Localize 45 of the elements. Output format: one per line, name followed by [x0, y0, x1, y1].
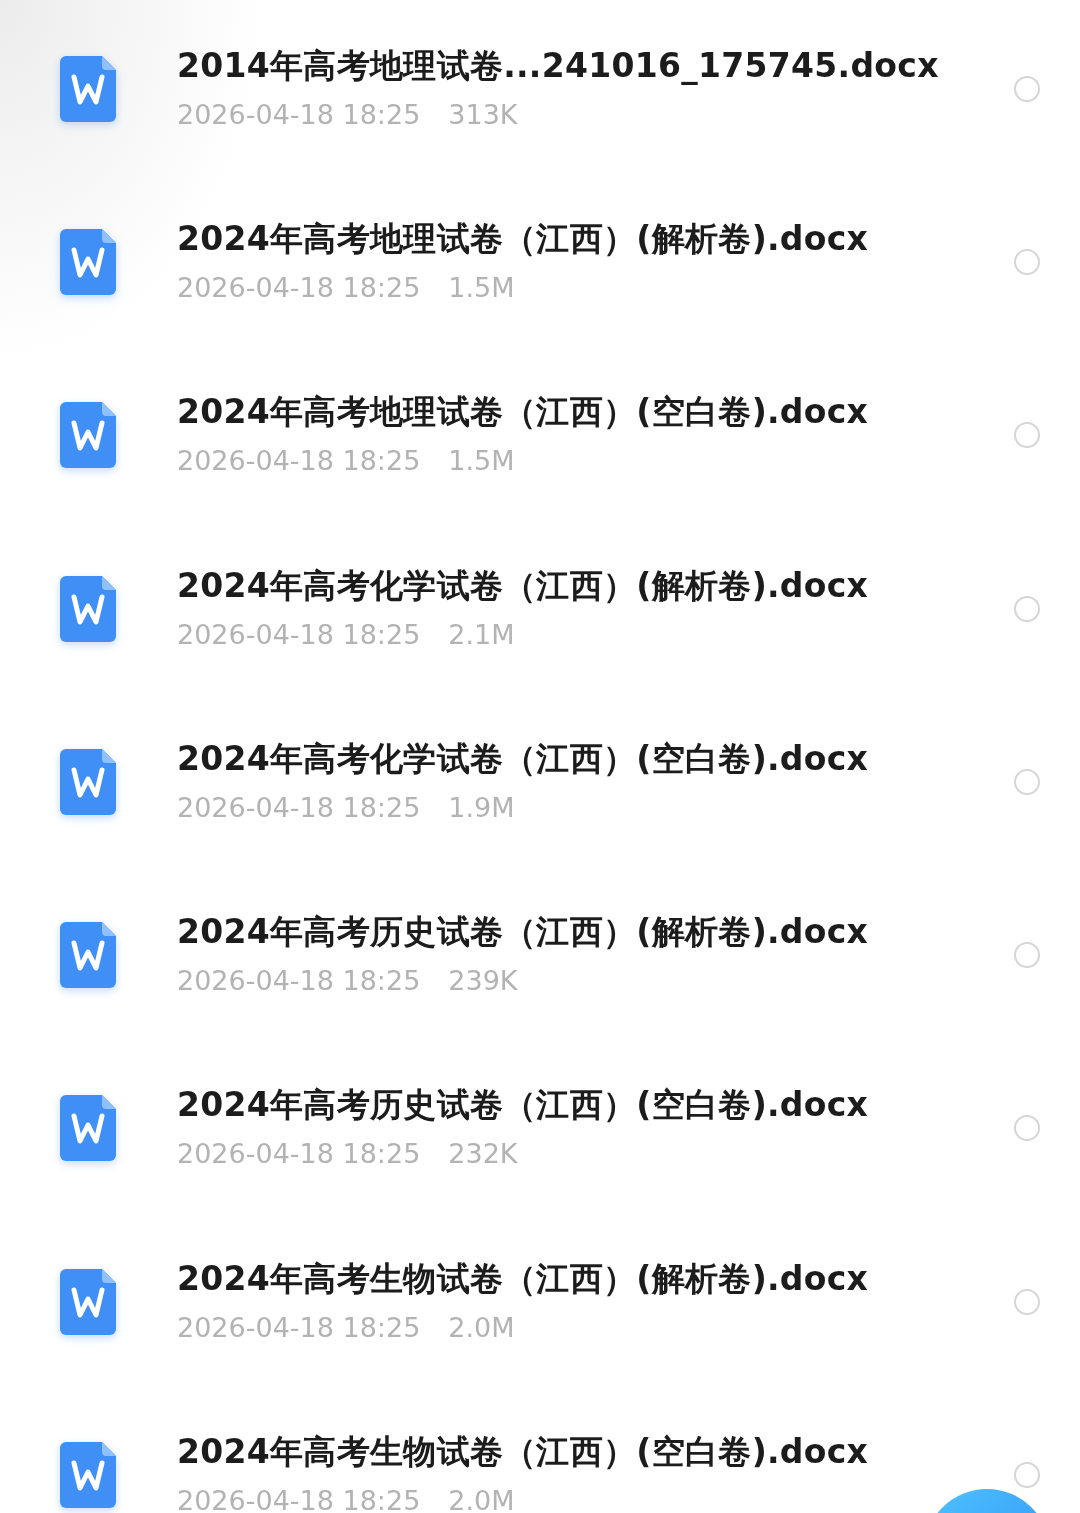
- file-date: 2026-04-18 18:25: [177, 965, 421, 997]
- file-size: 2.0M: [448, 1485, 515, 1513]
- select-radio[interactable]: [1014, 422, 1040, 449]
- select-radio[interactable]: [1014, 768, 1040, 795]
- file-name: 2024年高考历史试卷（江西）(解析卷).docx: [177, 911, 870, 954]
- file-size: 232K: [448, 1138, 518, 1170]
- file-name: 2024年高考地理试卷（江西）(解析卷).docx: [177, 217, 870, 260]
- select-radio[interactable]: [1014, 942, 1040, 969]
- word-document-icon: [60, 402, 116, 469]
- file-date: 2026-04-18 18:25: [177, 271, 421, 303]
- select-radio[interactable]: [1014, 595, 1040, 622]
- file-size: 1.5M: [448, 445, 515, 477]
- word-document-icon: [60, 55, 116, 122]
- file-date: 2026-04-18 18:25: [177, 98, 421, 130]
- select-radio[interactable]: [1014, 1115, 1040, 1142]
- file-name: 2024年高考历史试卷（江西）(空白卷).docx: [177, 1084, 870, 1127]
- file-size: 1.9M: [448, 791, 515, 823]
- file-date: 2026-04-18 18:25: [177, 1311, 421, 1343]
- file-size: 1.5M: [448, 271, 515, 303]
- file-date: 2026-04-18 18:25: [177, 791, 421, 823]
- select-radio[interactable]: [1014, 1288, 1040, 1315]
- file-name: 2024年高考地理试卷（江西）(空白卷).docx: [177, 391, 870, 434]
- file-size: 313K: [448, 98, 518, 130]
- file-name: 2024年高考生物试卷（江西）(解析卷).docx: [177, 1257, 870, 1300]
- file-name: 2024年高考化学试卷（江西）(空白卷).docx: [177, 737, 870, 780]
- word-document-icon: [60, 1095, 116, 1162]
- file-date: 2026-04-18 18:25: [177, 1485, 421, 1513]
- word-document-icon: [60, 1268, 116, 1335]
- file-size: 2.0M: [448, 1311, 515, 1343]
- select-radio[interactable]: [1014, 248, 1040, 275]
- word-document-icon: [60, 748, 116, 815]
- file-date: 2026-04-18 18:25: [177, 1138, 421, 1170]
- file-size: 2.1M: [448, 618, 515, 650]
- file-name: 2014年高考地理试卷...241016_175745.docx: [177, 44, 940, 87]
- file-name: 2024年高考化学试卷（江西）(解析卷).docx: [177, 564, 870, 607]
- word-document-icon: [60, 1442, 116, 1508]
- file-size: 239K: [448, 965, 518, 997]
- file-date: 2026-04-18 18:25: [177, 618, 421, 650]
- word-document-icon: [60, 575, 116, 642]
- select-radio[interactable]: [1014, 1462, 1040, 1488]
- select-radio[interactable]: [1014, 75, 1040, 102]
- file-name: 2024年高考生物试卷（江西）(空白卷).docx: [177, 1431, 870, 1473]
- word-document-icon: [60, 922, 116, 989]
- word-document-icon: [60, 228, 116, 295]
- file-date: 2026-04-18 18:25: [177, 445, 421, 477]
